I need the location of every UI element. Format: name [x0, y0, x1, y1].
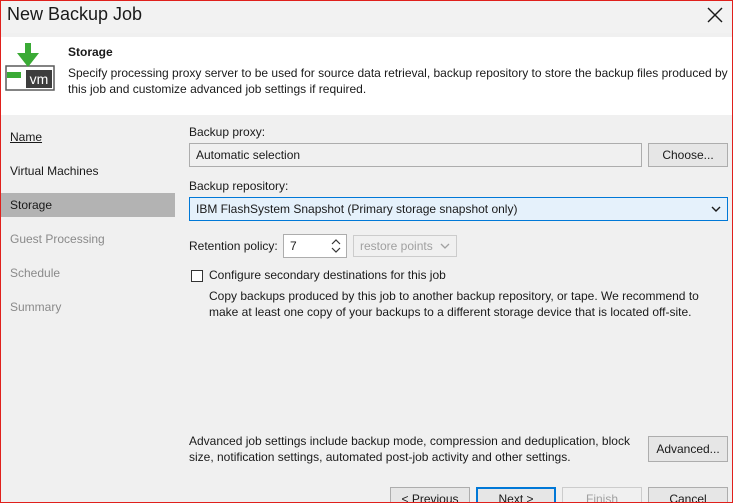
backup-proxy-label: Backup proxy:	[189, 125, 266, 139]
next-button[interactable]: Next >	[476, 487, 556, 502]
retention-unit-select: restore points	[353, 235, 457, 257]
svg-text:vm: vm	[30, 71, 49, 87]
backup-repository-select[interactable]: IBM FlashSystem Snapshot (Primary storag…	[189, 197, 728, 221]
vm-download-icon: vm	[5, 43, 55, 91]
retention-policy-label: Retention policy:	[189, 239, 278, 253]
wizard-steps-sidebar: Name Virtual Machines Storage Guest Proc…	[1, 115, 175, 475]
chevron-down-icon	[440, 243, 450, 249]
window-title: New Backup Job	[7, 4, 143, 24]
secondary-destinations-label[interactable]: Configure secondary destinations for thi…	[209, 268, 446, 282]
retention-policy-stepper[interactable]: 7	[283, 234, 347, 258]
advanced-button[interactable]: Advanced...	[648, 436, 728, 462]
choose-proxy-button[interactable]: Choose...	[648, 143, 728, 167]
step-title: Storage	[68, 45, 113, 59]
secondary-destinations-checkbox[interactable]	[191, 270, 203, 282]
spinner-arrows-icon[interactable]	[330, 236, 342, 256]
wizard-header: vm Storage Specify processing proxy serv…	[1, 37, 732, 115]
chevron-down-icon	[711, 198, 721, 227]
retention-unit-value: restore points	[360, 239, 433, 253]
backup-repository-label: Backup repository:	[189, 179, 289, 193]
backup-repository-value: IBM FlashSystem Snapshot (Primary storag…	[196, 202, 518, 216]
previous-button[interactable]: < Previous	[390, 487, 470, 502]
sidebar-item-name[interactable]: Name	[1, 125, 175, 149]
sidebar-item-guest-processing: Guest Processing	[10, 232, 105, 246]
step-description: Specify processing proxy server to be us…	[68, 66, 728, 96]
backup-job-window: New Backup Job vm Storage Specify proces…	[0, 0, 733, 503]
sidebar-item-schedule: Schedule	[10, 266, 61, 280]
backup-proxy-field[interactable]: Automatic selection	[189, 143, 642, 167]
advanced-settings-description: Advanced job settings include backup mod…	[189, 434, 630, 464]
close-icon	[707, 7, 723, 23]
sidebar-item-summary: Summary	[10, 300, 62, 314]
retention-value: 7	[290, 239, 297, 253]
title-bar: New Backup Job	[1, 1, 732, 33]
storage-settings-panel: Backup proxy: Automatic selection Choose…	[175, 115, 732, 475]
sidebar-item-storage[interactable]: Storage	[1, 193, 175, 217]
close-button[interactable]	[702, 3, 728, 29]
secondary-destinations-help: Copy backups produced by this job to ano…	[209, 289, 699, 319]
finish-button: Finish	[562, 487, 642, 502]
cancel-button[interactable]: Cancel	[648, 487, 728, 502]
sidebar-item-virtual-machines[interactable]: Virtual Machines	[1, 159, 175, 183]
